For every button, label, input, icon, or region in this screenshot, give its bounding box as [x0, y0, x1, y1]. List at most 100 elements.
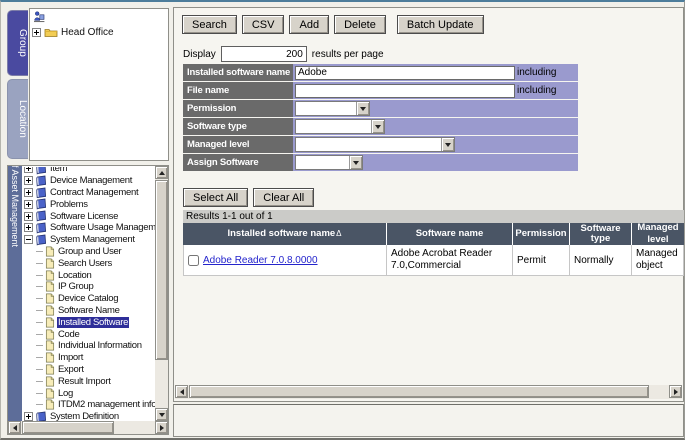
tree-item-itdm2-management-information[interactable]: ITDM2 management inform — [22, 399, 155, 411]
tree-item-system-definition[interactable]: System Definition — [22, 411, 155, 421]
collapse-icon[interactable] — [24, 235, 33, 244]
table-row: Adobe Reader 7.0.8.0000 Adobe Acrobat Re… — [183, 245, 684, 276]
tree-connector — [36, 275, 43, 276]
expand-icon[interactable] — [24, 212, 33, 221]
dropdown-arrow-icon[interactable] — [371, 120, 384, 133]
tree-item-software-license[interactable]: Software License — [22, 210, 155, 222]
table-header-row: Installed software nameΔ Software name P… — [183, 223, 684, 245]
page-icon — [45, 388, 55, 399]
select-all-button[interactable]: Select All — [183, 188, 248, 207]
form-row: Software type — [183, 118, 578, 135]
tree-item-code[interactable]: Code — [22, 328, 155, 340]
dropdown-arrow-icon[interactable] — [441, 138, 454, 151]
row-checkbox[interactable] — [188, 255, 199, 266]
field-label: Permission — [183, 100, 293, 117]
expand-icon[interactable] — [24, 200, 33, 209]
installed-software-name-input[interactable] — [295, 66, 515, 80]
scroll-right-button[interactable] — [155, 421, 168, 434]
tree-item-ip-group[interactable]: IP Group — [22, 281, 155, 293]
tree-item-location[interactable]: Location — [22, 269, 155, 281]
book-icon — [35, 198, 47, 210]
scrollbar-thumb[interactable] — [189, 385, 649, 398]
form-row: Managed level — [183, 136, 578, 153]
tree-item-device-catalog[interactable]: Device Catalog — [22, 293, 155, 305]
header-permission[interactable]: Permission — [513, 223, 570, 245]
expand-icon[interactable] — [24, 176, 33, 185]
sort-ascending-icon: Δ — [336, 229, 341, 239]
tree-connector — [36, 286, 43, 287]
search-button[interactable]: Search — [182, 15, 237, 34]
delete-button[interactable]: Delete — [334, 15, 386, 34]
page-icon — [45, 270, 55, 281]
software-type-select[interactable] — [295, 119, 385, 134]
header-managed-level[interactable]: Managed level — [632, 223, 684, 245]
installed-software-link[interactable]: Adobe Reader 7.0.8.0000 — [203, 255, 318, 266]
field-label: Installed software name — [183, 64, 293, 81]
tree-vertical-scrollbar[interactable] — [155, 166, 168, 421]
page-icon — [45, 399, 55, 410]
scroll-right-button[interactable] — [669, 385, 682, 398]
tree-connector — [36, 345, 43, 346]
page-icon — [45, 340, 55, 351]
tree-item-log[interactable]: Log — [22, 387, 155, 399]
add-button[interactable]: Add — [289, 15, 329, 34]
tree-item-installed-software[interactable]: Installed Software — [22, 316, 155, 328]
tree-item-result-import[interactable]: Result Import — [22, 375, 155, 387]
tree-item-search-users[interactable]: Search Users — [22, 257, 155, 269]
expand-icon[interactable] — [24, 188, 33, 197]
managed-level-select[interactable] — [295, 137, 455, 152]
tree-tab-strip: Group Location — [7, 10, 29, 161]
form-row: File name including — [183, 82, 578, 99]
tree-item-individual-information[interactable]: Individual Information — [22, 340, 155, 352]
book-icon — [35, 411, 47, 421]
tree-connector — [36, 310, 43, 311]
tree-item-device-management[interactable]: Device Management — [22, 175, 155, 187]
scroll-left-button[interactable] — [8, 421, 21, 434]
dropdown-arrow-icon[interactable] — [349, 156, 362, 169]
tree-item-export[interactable]: Export — [22, 364, 155, 376]
permission-select[interactable] — [295, 101, 370, 116]
header-software-type[interactable]: Software type — [570, 223, 632, 245]
tree-item-software-name[interactable]: Software Name — [22, 305, 155, 317]
page-icon — [45, 305, 55, 316]
tab-group[interactable]: Group — [7, 10, 28, 76]
scrollbar-thumb[interactable] — [155, 180, 168, 360]
main-horizontal-scrollbar[interactable] — [175, 385, 682, 399]
tree-item-system-management[interactable]: System Management — [22, 234, 155, 246]
header-software-name[interactable]: Software name — [387, 223, 513, 245]
tree-item-group-and-user[interactable]: Group and User — [22, 246, 155, 258]
book-icon — [35, 222, 47, 234]
expand-icon[interactable] — [24, 223, 33, 232]
tree-item-software-usage-management[interactable]: Software Usage Management — [22, 222, 155, 234]
dropdown-arrow-icon[interactable] — [356, 102, 369, 115]
including-label: including — [517, 85, 556, 96]
scroll-down-button[interactable] — [155, 408, 168, 421]
results-per-page-input[interactable] — [221, 46, 307, 62]
tree-item-problems[interactable]: Problems — [22, 198, 155, 210]
tree-item-head-office[interactable]: Head Office — [32, 26, 114, 39]
expand-icon[interactable] — [32, 28, 41, 37]
left-arrow-icon — [13, 425, 17, 431]
page-icon — [45, 329, 55, 340]
tree-item-contract-management[interactable]: Contract Management — [22, 187, 155, 199]
field-label: Assign Software — [183, 154, 293, 171]
scrollbar-thumb[interactable] — [22, 421, 114, 434]
scroll-up-button[interactable] — [155, 166, 168, 179]
expand-icon[interactable] — [24, 412, 33, 421]
header-installed-software-name[interactable]: Installed software nameΔ — [183, 223, 387, 245]
batch-update-button[interactable]: Batch Update — [397, 15, 484, 34]
clear-all-button[interactable]: Clear All — [253, 188, 314, 207]
scroll-left-button[interactable] — [175, 385, 188, 398]
assign-software-select[interactable] — [295, 155, 363, 170]
tree-connector — [36, 298, 43, 299]
tree-horizontal-scrollbar[interactable] — [8, 421, 168, 434]
bottom-status-panel — [173, 404, 684, 437]
expand-icon[interactable] — [24, 167, 33, 173]
file-name-input[interactable] — [295, 84, 515, 98]
field-label: Managed level — [183, 136, 293, 153]
tree-item-item[interactable]: Item — [22, 167, 155, 175]
tab-location[interactable]: Location — [7, 79, 28, 159]
tree-item-import[interactable]: Import — [22, 352, 155, 364]
asset-tree: Item Device Management Contract Manageme… — [22, 167, 155, 421]
csv-button[interactable]: CSV — [242, 15, 285, 34]
